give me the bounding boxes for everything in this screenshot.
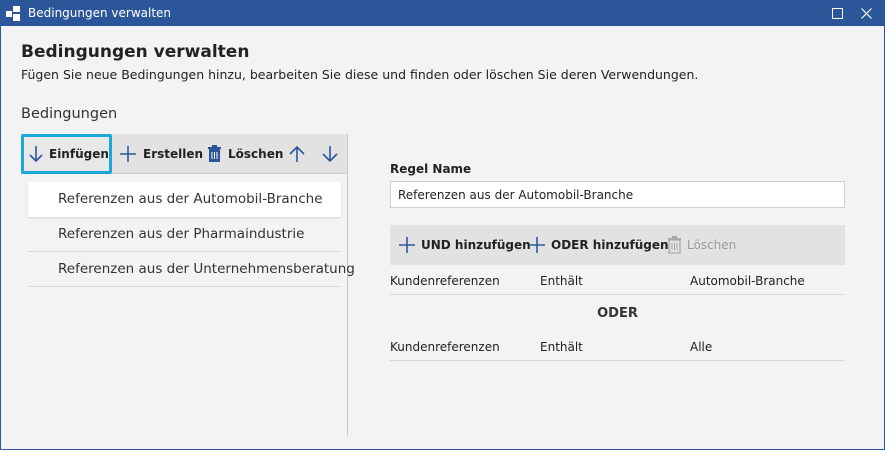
add-or-button-label: ODER hinzufügen bbox=[551, 238, 669, 252]
arrow-up-icon bbox=[289, 145, 305, 162]
list-item[interactable]: Referenzen aus der Unternehmensberatung bbox=[28, 252, 355, 287]
rule-name-input[interactable]: Referenzen aus der Automobil-Branche bbox=[390, 181, 845, 208]
rule-toolbar: UND hinzufügen ODER hinzufügen Löschen bbox=[390, 225, 845, 265]
window-title: Bedingungen verwalten bbox=[28, 6, 172, 20]
criterion-row[interactable]: Kundenreferenzen Enthält Alle bbox=[390, 331, 845, 361]
conditions-list: Referenzen aus der Automobil-Branche Ref… bbox=[28, 182, 355, 287]
close-button[interactable] bbox=[853, 1, 879, 26]
dialog-window: Bedingungen verwalten Bedingungen verwal… bbox=[0, 0, 885, 450]
add-and-button-label: UND hinzufügen bbox=[421, 238, 531, 252]
add-or-button[interactable]: ODER hinzufügen bbox=[528, 225, 669, 265]
delete-button-label: Löschen bbox=[228, 147, 284, 161]
page-description: Fügen Sie neue Bedingungen hinzu, bearbe… bbox=[21, 67, 699, 82]
app-icon bbox=[6, 6, 20, 21]
create-button-label: Erstellen bbox=[143, 147, 204, 161]
page-title: Bedingungen verwalten bbox=[21, 42, 250, 62]
maximize-icon bbox=[831, 8, 843, 19]
criterion-field: Kundenreferenzen bbox=[390, 340, 500, 354]
delete-button[interactable]: Löschen bbox=[207, 134, 283, 174]
or-separator: ODER bbox=[597, 306, 638, 321]
section-label: Bedingungen bbox=[21, 106, 118, 122]
plus-icon bbox=[529, 237, 545, 253]
delete-criterion-label: Löschen bbox=[687, 238, 737, 252]
close-icon bbox=[860, 8, 872, 19]
title-bar: Bedingungen verwalten bbox=[1, 1, 884, 26]
criterion-value: Automobil-Branche bbox=[690, 274, 805, 288]
criterion-value: Alle bbox=[690, 340, 713, 354]
insert-button[interactable]: Einfügen bbox=[21, 134, 112, 174]
insert-button-label: Einfügen bbox=[49, 147, 109, 161]
conditions-toolbar: Einfügen Erstellen Löschen bbox=[21, 134, 347, 174]
trash-icon bbox=[668, 236, 681, 254]
criterion-field: Kundenreferenzen bbox=[390, 274, 500, 288]
list-item-label: Referenzen aus der Automobil-Branche bbox=[58, 191, 323, 207]
criterion-row[interactable]: Kundenreferenzen Enthält Automobil-Branc… bbox=[390, 265, 845, 295]
plus-icon bbox=[120, 146, 136, 162]
criterion-operator: Enthält bbox=[540, 340, 583, 354]
arrow-down-icon bbox=[29, 146, 43, 163]
criterion-operator: Enthält bbox=[540, 274, 583, 288]
maximize-button[interactable] bbox=[824, 1, 850, 26]
move-down-button[interactable] bbox=[322, 134, 344, 174]
list-item[interactable]: Referenzen aus der Pharmaindustrie bbox=[28, 217, 341, 252]
delete-criterion-button[interactable]: Löschen bbox=[667, 225, 736, 265]
create-button[interactable]: Erstellen bbox=[119, 134, 203, 174]
plus-icon bbox=[399, 237, 415, 253]
trash-icon bbox=[208, 145, 221, 162]
move-up-button[interactable] bbox=[289, 134, 311, 174]
list-item-label: Referenzen aus der Pharmaindustrie bbox=[58, 226, 305, 242]
list-item-label: Referenzen aus der Unternehmensberatung bbox=[58, 261, 355, 277]
add-and-button[interactable]: UND hinzufügen bbox=[398, 225, 531, 265]
list-item[interactable]: Referenzen aus der Automobil-Branche bbox=[28, 182, 341, 217]
arrow-down-icon bbox=[322, 146, 338, 163]
rule-name-label: Regel Name bbox=[390, 162, 472, 176]
